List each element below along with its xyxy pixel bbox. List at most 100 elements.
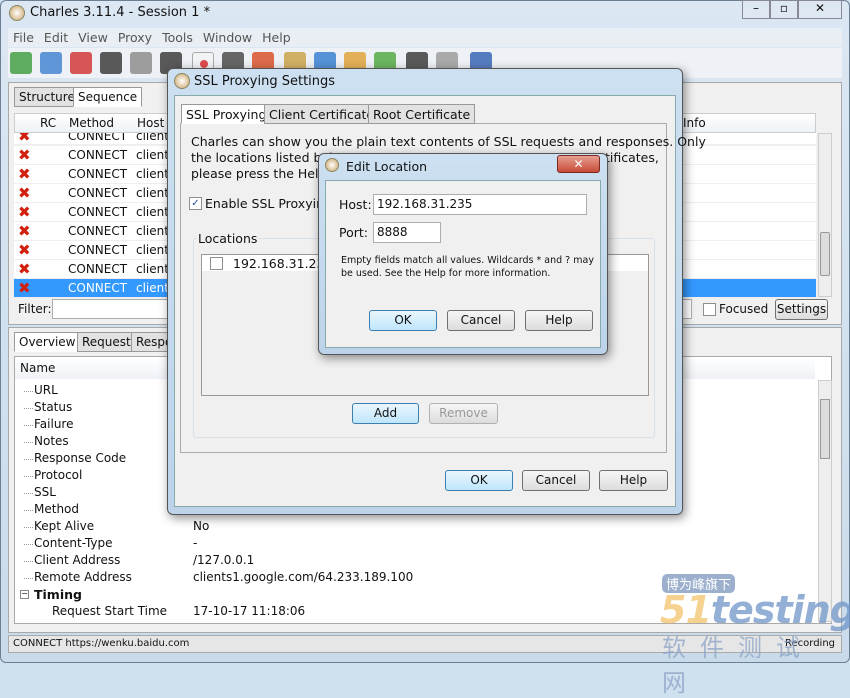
ssl-cancel-button[interactable]: Cancel: [522, 470, 590, 491]
table-scrollbar[interactable]: [818, 133, 832, 297]
save-icon[interactable]: [100, 52, 122, 74]
filter-settings-button[interactable]: Settings: [775, 299, 828, 320]
edit-dialog-close-button[interactable]: ✕: [557, 155, 600, 173]
maximize-button[interactable]: ▫: [770, 0, 798, 19]
failed-icon: ✖: [18, 133, 31, 145]
tab-overview[interactable]: Overview: [14, 332, 81, 352]
close-session-icon[interactable]: [70, 52, 92, 74]
tree-item[interactable]: Client Address: [34, 553, 120, 567]
menu-bar: File Edit View Proxy Tools Window Help: [8, 28, 842, 47]
window-controls: – ▫ ✕: [742, 0, 842, 19]
clear-icon[interactable]: [130, 52, 152, 74]
tree-item[interactable]: URL: [34, 383, 58, 397]
collapse-icon[interactable]: −: [20, 590, 29, 599]
failed-icon: ✖: [18, 165, 31, 183]
row-method: CONNECT: [68, 262, 128, 276]
focused-checkbox[interactable]: [703, 303, 716, 316]
column-method[interactable]: Method: [69, 116, 114, 130]
tree-item[interactable]: Status: [34, 400, 72, 414]
tree-item[interactable]: Response Code: [34, 451, 126, 465]
ssl-description-line1: Charles can show you the plain text cont…: [191, 134, 706, 149]
menu-proxy[interactable]: Proxy: [113, 28, 157, 45]
ssl-help-button[interactable]: Help: [599, 470, 668, 491]
hint-line1: Empty fields match all values. Wildcards…: [341, 255, 594, 266]
tab-request[interactable]: Request: [77, 332, 136, 352]
edit-ok-button[interactable]: OK: [369, 310, 437, 331]
tree-item[interactable]: Kept Alive: [34, 519, 94, 533]
menu-window[interactable]: Window: [198, 28, 257, 45]
edit-help-button[interactable]: Help: [525, 310, 593, 331]
location-checkbox[interactable]: [210, 257, 223, 270]
tab-structure[interactable]: Structure: [14, 87, 80, 107]
tab-sequence[interactable]: Sequence: [73, 87, 143, 107]
menu-view[interactable]: View: [73, 28, 113, 45]
edit-dialog-title: Edit Location: [346, 159, 428, 174]
watermark-logo: 51testing: [660, 588, 850, 632]
charles-app-icon: [9, 5, 25, 21]
failed-icon: ✖: [18, 222, 31, 240]
focused-label: Focused: [719, 302, 769, 316]
minimize-button[interactable]: –: [742, 0, 770, 19]
watermark-subtitle: 软件测试网: [662, 634, 814, 697]
menu-file[interactable]: File: [8, 28, 39, 45]
edit-cancel-button[interactable]: Cancel: [447, 310, 515, 331]
scrollbar-thumb[interactable]: [820, 232, 830, 276]
tab-root-certificate[interactable]: Root Certificate: [368, 104, 476, 124]
tree-value: 17-10-17 11:18:06: [193, 604, 306, 618]
tree-item[interactable]: SSL: [34, 485, 56, 499]
tab-ssl-proxying[interactable]: SSL Proxying: [181, 104, 272, 124]
failed-icon: ✖: [18, 279, 31, 297]
enable-ssl-label: Enable SSL Proxying: [205, 196, 332, 211]
row-method: CONNECT: [68, 243, 128, 257]
tree-item[interactable]: Failure: [34, 417, 73, 431]
port-label: Port:: [339, 225, 368, 240]
tree-item[interactable]: Request Start Time: [52, 604, 167, 618]
tree-item[interactable]: Remote Address: [34, 570, 132, 584]
row-method: CONNECT: [68, 281, 128, 295]
open-icon[interactable]: [40, 52, 62, 74]
failed-icon: ✖: [18, 260, 31, 278]
tree-item[interactable]: Method: [34, 502, 79, 516]
menu-tools[interactable]: Tools: [157, 28, 198, 45]
ssl-description-line2-end: tificates,: [605, 150, 659, 165]
column-rc[interactable]: RC: [40, 116, 56, 130]
host-label: Host:: [339, 197, 372, 212]
failed-icon: ✖: [18, 184, 31, 202]
status-text: CONNECT https://wenku.baidu.com: [13, 638, 190, 649]
ssl-ok-button[interactable]: OK: [445, 470, 513, 491]
tree-item[interactable]: Content-Type: [34, 536, 113, 550]
column-host[interactable]: Host: [137, 116, 164, 130]
row-method: CONNECT: [68, 224, 128, 238]
dialog-icon: [325, 158, 339, 172]
tree-value: clients1.google.com/64.233.189.100: [193, 570, 414, 584]
row-method: CONNECT: [68, 205, 128, 219]
remove-location-button[interactable]: Remove: [429, 403, 498, 424]
tree-group-timing[interactable]: Timing: [34, 587, 82, 602]
menu-help[interactable]: Help: [257, 28, 296, 45]
column-info[interactable]: Info: [683, 116, 706, 130]
new-session-icon[interactable]: [10, 52, 32, 74]
failed-icon: ✖: [18, 203, 31, 221]
tree-item[interactable]: Notes: [34, 434, 69, 448]
locations-label: Locations: [197, 231, 259, 246]
row-method: CONNECT: [68, 186, 128, 200]
add-location-button[interactable]: Add: [352, 403, 419, 424]
window-title: Charles 3.11.4 - Session 1 *: [30, 5, 211, 20]
tree-value: /127.0.0.1: [193, 553, 255, 567]
tree-value: No: [193, 519, 210, 533]
row-method: CONNECT: [68, 148, 128, 162]
failed-icon: ✖: [18, 241, 31, 259]
ssl-dialog-title: SSL Proxying Settings: [194, 74, 336, 89]
dialog-icon: [174, 73, 190, 89]
scrollbar-thumb[interactable]: [820, 399, 830, 459]
tree-item[interactable]: Protocol: [34, 468, 82, 482]
enable-ssl-checkbox[interactable]: ✓: [189, 197, 202, 210]
host-input[interactable]: 192.168.31.235: [373, 194, 587, 215]
menu-edit[interactable]: Edit: [39, 28, 73, 45]
tree-value: -: [193, 536, 198, 550]
port-input[interactable]: 8888: [373, 222, 441, 243]
close-button[interactable]: ✕: [798, 0, 842, 19]
failed-icon: ✖: [18, 146, 31, 164]
name-column-header: Name: [20, 361, 56, 375]
detail-scrollbar[interactable]: [818, 380, 832, 622]
